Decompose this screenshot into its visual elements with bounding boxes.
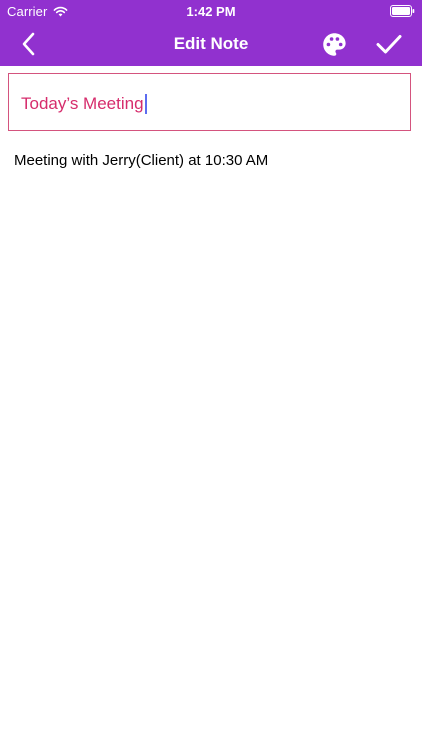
page-title: Edit Note (173, 34, 249, 53)
save-note-button[interactable] (372, 28, 406, 60)
top-bar: Carrier 1:42 PM Edit Note (0, 0, 422, 66)
note-title-value-group: Today’s Meeting (21, 94, 147, 114)
status-bar: Carrier 1:42 PM (0, 0, 422, 22)
note-title-input[interactable]: Today’s Meeting (8, 73, 411, 131)
status-time: 1:42 PM (186, 4, 236, 19)
text-cursor (144, 94, 147, 114)
color-palette-button[interactable] (318, 28, 350, 60)
note-title-value: Today’s Meeting (21, 94, 144, 113)
checkmark-icon (376, 35, 402, 54)
nav-bar: Edit Note (0, 22, 422, 66)
palette-icon (322, 32, 346, 56)
battery-icon (390, 5, 415, 17)
note-body-input[interactable]: Meeting with Jerry(Client) at 10:30 AM (14, 151, 408, 171)
